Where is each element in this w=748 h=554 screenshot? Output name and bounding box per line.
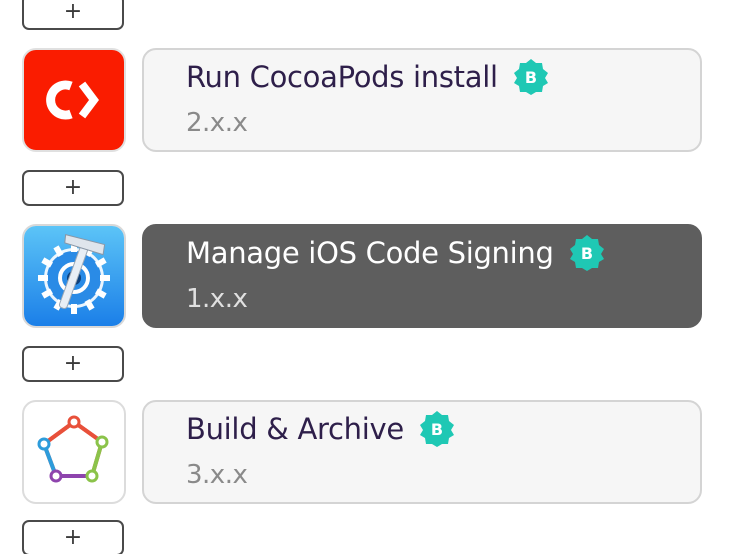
step-card-build-archive[interactable]: Build & Archive B 3.x.x xyxy=(142,400,702,504)
step-title: Build & Archive xyxy=(186,412,404,446)
bitrise-verified-badge-icon: B xyxy=(568,234,606,272)
add-step-button[interactable]: + xyxy=(22,170,124,206)
step-card-cocoapods[interactable]: Run CocoaPods install B 2.x.x xyxy=(142,48,702,152)
step-version: 3.x.x xyxy=(186,460,248,490)
step-title: Manage iOS Code Signing xyxy=(186,236,554,270)
add-step-button[interactable]: + xyxy=(22,0,124,30)
plus-icon: + xyxy=(63,351,83,376)
step-title: Run CocoaPods install xyxy=(186,60,498,94)
bitrise-verified-badge-icon: B xyxy=(418,410,456,448)
code-signing-gear-icon[interactable] xyxy=(22,224,126,328)
build-archive-icon[interactable] xyxy=(22,400,126,504)
cocoapods-icon[interactable] xyxy=(22,48,126,152)
bitrise-verified-badge-icon: B xyxy=(512,58,550,96)
step-card-code-signing[interactable]: Manage iOS Code Signing B 1.x.x xyxy=(142,224,702,328)
svg-text:B: B xyxy=(525,68,537,87)
add-step-button[interactable]: + xyxy=(22,346,124,382)
workflow-step-list: + Run CocoaPods install B 2.x.x + Manage… xyxy=(0,0,748,554)
plus-icon: + xyxy=(63,525,83,550)
svg-text:B: B xyxy=(431,420,443,439)
plus-icon: + xyxy=(63,175,83,200)
add-step-button[interactable]: + xyxy=(22,520,124,554)
step-version: 2.x.x xyxy=(186,108,248,138)
plus-icon: + xyxy=(63,0,83,24)
svg-text:B: B xyxy=(580,244,592,263)
step-version: 1.x.x xyxy=(186,284,248,314)
